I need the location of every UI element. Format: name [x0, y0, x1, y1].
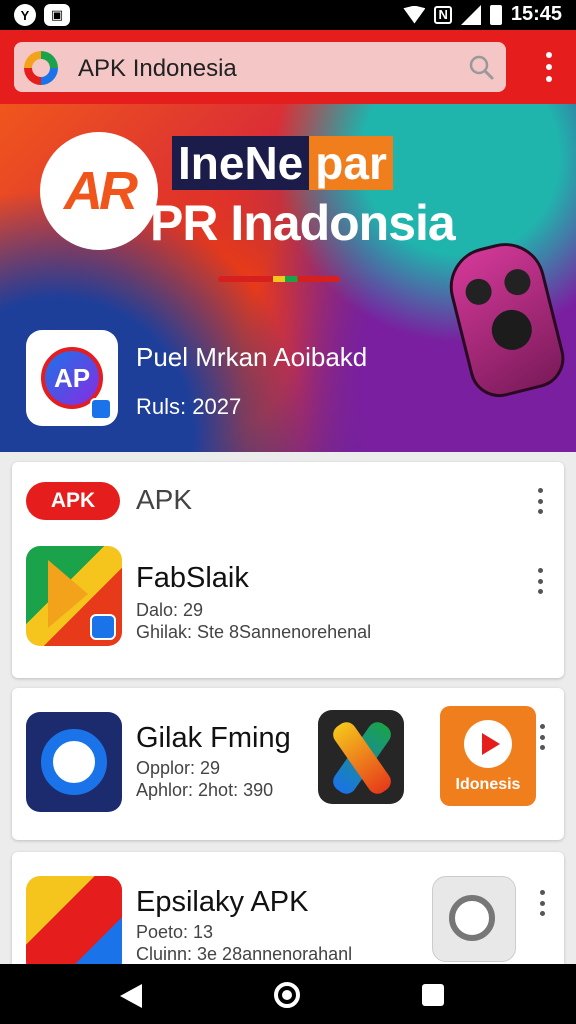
apk-badge: APK [26, 482, 120, 520]
app-name[interactable]: FabSlaik [136, 562, 249, 595]
remote-control-image [441, 234, 571, 404]
recent-apps-icon[interactable] [422, 984, 444, 1006]
nfc-icon: N [434, 5, 452, 24]
app-icon-indonesis[interactable]: Idonesis [440, 706, 536, 806]
app-menu-icon[interactable] [538, 890, 546, 916]
featured-app-subtitle: Ruls: 2027 [136, 394, 242, 419]
banner-divider [218, 276, 340, 282]
app-menu-icon[interactable] [538, 724, 546, 750]
app-icon-x[interactable] [318, 710, 404, 804]
banner-subheadline: PR Inadonsia [150, 195, 456, 251]
app-name[interactable]: Gilak Fming [136, 722, 291, 755]
notification-icon: Y [14, 4, 36, 26]
app-info: Dalo: 29 [136, 600, 204, 620]
featured-app-icon[interactable]: AP [26, 330, 118, 426]
app-info: Poeto: 13 [136, 922, 214, 942]
apk-section-card: APK APK FabSlaik Dalo: 29 Ghilak: Ste 8S… [12, 462, 564, 678]
app-icon-gilak[interactable] [26, 712, 122, 812]
app-icon-lens[interactable] [432, 876, 516, 962]
app-card[interactable]: Gilak Fming Opplor: 29 Aphlor: 2hot: 390… [12, 688, 564, 840]
app-info: Ghilak: Ste 8Sannenorehenal [136, 622, 372, 642]
clock: 15:45 [510, 3, 562, 25]
app-info: Opplor: 29 [136, 758, 221, 778]
app-bar: APK Indonesia [0, 30, 576, 104]
app-logo-icon [24, 51, 58, 85]
app-name[interactable]: Epsilaky APK [136, 886, 308, 919]
search-bar[interactable]: APK Indonesia [14, 42, 506, 92]
section-title: APK [136, 484, 193, 515]
banner-logo: AR [40, 132, 158, 250]
back-icon[interactable] [120, 984, 142, 1008]
signal-icon [460, 4, 481, 25]
app-menu-icon[interactable] [536, 568, 544, 594]
section-menu-icon[interactable] [536, 488, 544, 514]
banner-headline: IneNe par [172, 136, 393, 190]
app-icon-fabslaik[interactable] [26, 546, 122, 646]
app-icon-epsilaky[interactable] [26, 876, 122, 972]
featured-banner[interactable]: AR IneNe par PR Inadonsia AP Puel Mrkan … [0, 104, 576, 452]
app-info: Cluinn: 3e 28annenorahanl [136, 944, 353, 964]
overflow-menu-icon[interactable] [544, 52, 554, 82]
app-title: APK Indonesia [78, 55, 237, 82]
search-icon[interactable] [468, 54, 494, 80]
status-bar: Y ▣ N 15:45 [0, 0, 576, 30]
featured-app-name: Puel Mrkan Aoibakd [136, 342, 368, 372]
media-icon: ▣ [44, 4, 70, 26]
battery-icon [489, 4, 502, 25]
app-info: Aphlor: 2hot: 390 [136, 780, 274, 800]
play-icon [464, 720, 512, 768]
wifi-icon [403, 5, 426, 24]
navigation-bar [0, 964, 576, 1024]
app-card[interactable]: Epsilaky APK Poeto: 13 Cluinn: 3e 28anne… [12, 852, 564, 972]
home-icon[interactable] [274, 982, 300, 1008]
